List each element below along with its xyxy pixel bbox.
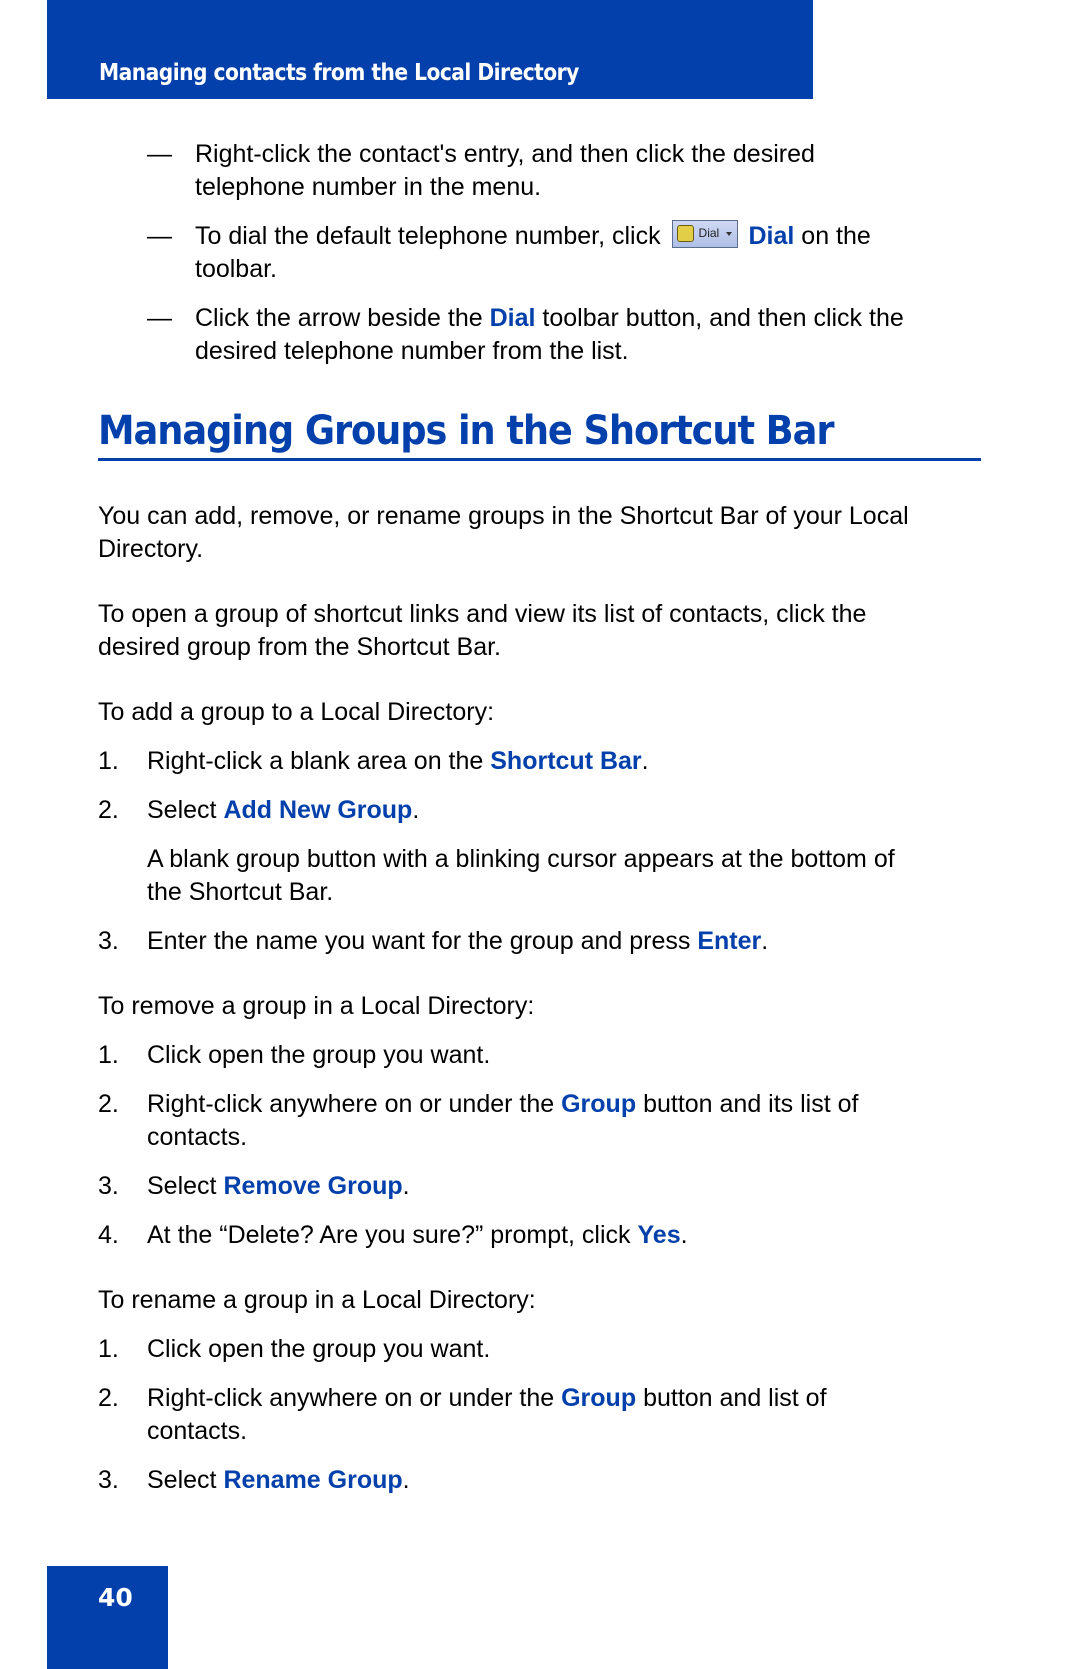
step-text: Select Rename Group. (147, 1466, 410, 1494)
paragraph: To open a group of shortcut links and vi… (98, 600, 867, 628)
step-text: Right-click a blank area on the Shortcut… (147, 747, 649, 775)
procedure-intro: To add a group to a Local Directory: (98, 698, 495, 726)
step-text: Enter the name you want for the group an… (147, 927, 769, 955)
step-text: Click open the group you want. (147, 1041, 491, 1069)
section-title: Managing Groups in the Shortcut Bar (98, 408, 835, 454)
bullet-dash: — (147, 304, 172, 332)
step-number: 1. (98, 747, 119, 775)
bullet-text: toolbar. (195, 255, 278, 283)
step-number: 2. (98, 796, 119, 824)
step-number: 2. (98, 1090, 119, 1118)
ui-term: Group (561, 1384, 637, 1412)
paragraph: You can add, remove, or rename groups in… (98, 502, 909, 530)
paragraph: desired group from the Shortcut Bar. (98, 633, 501, 661)
ui-term: Add New Group (223, 796, 413, 824)
step-number: 2. (98, 1384, 119, 1412)
step-number: 3. (98, 927, 119, 955)
step-note: the Shortcut Bar. (147, 878, 334, 906)
step-number: 3. (98, 1466, 119, 1494)
running-header: Managing contacts from the Local Directo… (99, 60, 579, 86)
ui-term: Rename Group (223, 1466, 403, 1494)
section-rule (98, 458, 981, 461)
step-number: 4. (98, 1221, 119, 1249)
step-note: A blank group button with a blinking cur… (147, 845, 895, 873)
step-text: Right-click anywhere on or under the Gro… (147, 1384, 827, 1412)
step-number: 1. (98, 1335, 119, 1363)
step-text: Click open the group you want. (147, 1335, 491, 1363)
step-text: contacts. (147, 1417, 248, 1445)
telephone-icon (676, 225, 694, 243)
step-number: 3. (98, 1172, 119, 1200)
ui-term: Dial (489, 304, 536, 332)
paragraph: Directory. (98, 535, 204, 563)
ui-term: Group (561, 1090, 637, 1118)
bullet-text: desired telephone number from the list. (195, 337, 629, 365)
bullet-text: telephone number in the menu. (195, 173, 542, 201)
procedure-intro: To remove a group in a Local Directory: (98, 992, 535, 1020)
page-number-box (47, 1566, 168, 1669)
step-text: At the “Delete? Are you sure?” prompt, c… (147, 1221, 688, 1249)
bullet-text: To dial the default telephone number, cl… (195, 220, 871, 250)
dial-toolbar-button[interactable]: Dial (671, 220, 738, 249)
step-text: contacts. (147, 1123, 248, 1151)
ui-term: Remove Group (223, 1172, 403, 1200)
procedure-intro: To rename a group in a Local Directory: (98, 1286, 536, 1314)
step-text: Select Add New Group. (147, 796, 420, 824)
page-number: 40 (98, 1583, 133, 1612)
dial-button-label: Dial (698, 226, 720, 241)
bullet-text: Click the arrow beside the Dial toolbar … (195, 304, 904, 332)
bullet-dash: — (147, 140, 172, 168)
dropdown-arrow-icon (725, 232, 732, 237)
bullet-text: Right-click the contact's entry, and the… (195, 140, 815, 168)
step-text: Right-click anywhere on or under the Gro… (147, 1090, 859, 1118)
step-text: Select Remove Group. (147, 1172, 410, 1200)
ui-term: Enter (697, 927, 762, 955)
ui-term: Dial (748, 222, 795, 250)
bullet-dash: — (147, 222, 172, 250)
step-number: 1. (98, 1041, 119, 1069)
ui-term: Yes (637, 1221, 681, 1249)
ui-term: Shortcut Bar (490, 747, 642, 775)
